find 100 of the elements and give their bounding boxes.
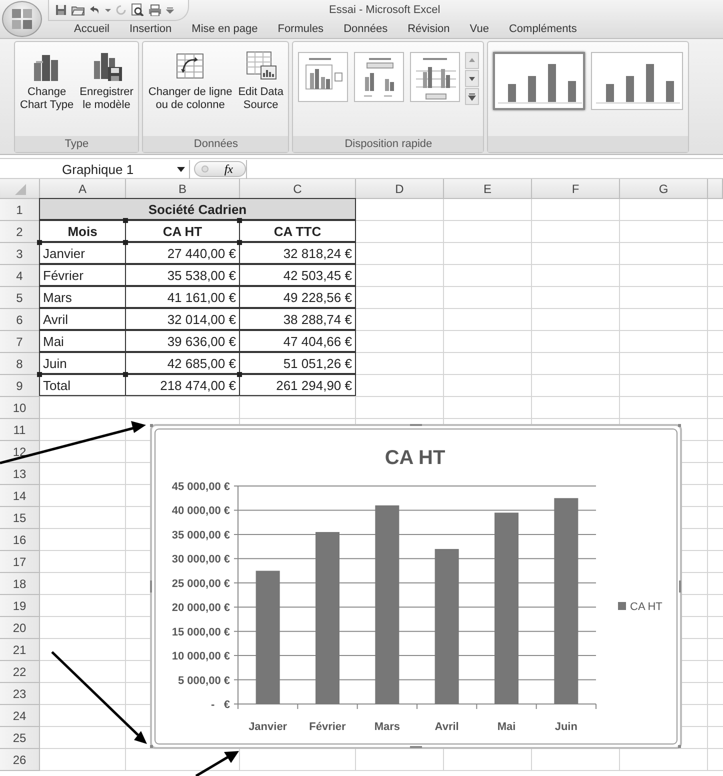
select-all-button[interactable] [0,179,40,199]
triangle-icon [12,182,26,196]
table-cell: 51 051,26 € [239,352,356,374]
ribbon-button[interactable]: Enregistrer le modèle [76,46,136,115]
row-header[interactable]: 17 [0,551,40,573]
row-header[interactable]: 21 [0,639,40,661]
row-header[interactable]: 2 [0,221,40,243]
row-header[interactable]: 18 [0,573,40,595]
row-header[interactable]: 13 [0,463,40,485]
chart-style-thumbnail[interactable] [591,52,684,110]
resize-handle[interactable] [150,745,153,748]
row-header[interactable]: 6 [0,309,40,331]
row-header[interactable]: 4 [0,265,40,287]
resize-handle[interactable] [150,580,152,592]
table-cell: Février [39,264,126,286]
scroll-down-button[interactable] [465,70,480,87]
axis-label: Mai [497,721,516,733]
column-header[interactable] [708,179,723,199]
axis-label: 45 000,00 € [172,481,230,493]
axis-label: Janvier [248,721,288,733]
ribbon-button[interactable]: Change Chart Type [17,46,77,115]
ribbon-tab[interactable]: Formules [268,20,334,38]
window-title: Essai - Microsoft Excel [329,4,440,16]
layout-thumbnail[interactable] [298,52,348,102]
row-header[interactable]: 5 [0,287,40,309]
row-header[interactable]: 8 [0,353,40,375]
column-header[interactable]: C [240,179,356,199]
row-header[interactable]: 22 [0,661,40,683]
row-header[interactable]: 23 [0,683,40,705]
row-header[interactable]: 25 [0,727,40,749]
column-header[interactable]: D [356,179,444,199]
ribbon-button[interactable]: Edit Data Source [235,46,286,115]
caret-icon [177,165,185,173]
cancel-icon [201,165,209,173]
table-cell: 32 818,24 € [239,242,356,264]
arrow [195,751,239,776]
layout-thumbnail[interactable] [410,52,460,102]
group-label: Type [15,136,138,152]
row-header[interactable]: 26 [0,749,40,771]
row-header[interactable]: 15 [0,507,40,529]
resize-handle[interactable] [679,580,681,592]
ribbon-button[interactable]: Changer de ligne ou de colonne [145,46,236,115]
row-header[interactable]: 9 [0,375,40,397]
ribbon-tab[interactable]: Données [334,20,398,38]
axis-label: 25 000,00 € [172,578,230,590]
column-header[interactable]: F [532,179,620,199]
row-header[interactable]: 16 [0,529,40,551]
row-header[interactable]: 7 [0,331,40,353]
range-handle[interactable] [123,218,128,223]
ribbon-tab[interactable]: Compléments [498,20,587,38]
row-header[interactable]: 14 [0,485,40,507]
undo-icon [89,4,101,16]
range-handle[interactable] [123,240,128,245]
ribbon-tab[interactable]: Mise en page [182,20,268,38]
table-cell: 42 685,00 € [125,352,240,374]
ribbon-tab[interactable]: Insertion [119,20,182,38]
table-cell: 261 294,90 € [239,374,356,396]
axis-label: Février [309,721,346,733]
table-cell: 32 014,00 € [125,308,240,330]
axis-label: 15 000,00 € [172,626,230,638]
range-handle[interactable] [123,372,128,377]
redo-icon [115,4,127,16]
axis-label: 20 000,00 € [172,602,230,614]
chart-style-thumbnail[interactable] [493,52,586,110]
table-cell: Avril [39,308,126,330]
layout-thumbnail[interactable] [354,52,404,102]
table-cell: 35 538,00 € [125,264,240,286]
table-cell: 42 503,45 € [239,264,356,286]
ribbon-tab[interactable]: Révision [398,20,460,38]
column-header[interactable]: B [126,179,240,199]
row-header[interactable]: 10 [0,397,40,419]
range-handle[interactable] [237,372,242,377]
resize-handle[interactable] [410,746,422,748]
ribbon-tab[interactable]: Accueil [64,20,120,38]
printer-icon [148,4,162,16]
row-header[interactable]: 19 [0,595,40,617]
resize-handle[interactable] [410,424,422,426]
column-header[interactable]: A [40,179,126,199]
more-button[interactable] [465,88,480,105]
resize-handle[interactable] [678,745,681,748]
row-header[interactable]: 24 [0,705,40,727]
group-label: Disposition rapide [293,136,484,152]
resize-handle[interactable] [678,424,681,427]
axis-label: Mars [374,721,400,733]
column-header[interactable]: E [444,179,532,199]
row-header[interactable]: 11 [0,419,40,441]
column-header[interactable]: G [620,179,708,199]
table-cell: 49 228,56 € [239,286,356,308]
range-handle[interactable] [237,218,242,223]
range-handle[interactable] [37,372,42,377]
row-header[interactable]: 20 [0,617,40,639]
range-handle[interactable] [37,240,42,245]
row-header[interactable]: 1 [0,199,40,221]
axis-label: - € [211,699,230,711]
table-cell: 41 161,00 € [125,286,240,308]
range-handle[interactable] [237,240,242,245]
office-button[interactable] [2,1,42,37]
ribbon-tab[interactable]: Vue [460,20,499,38]
resize-handle[interactable] [150,424,153,427]
row-header[interactable]: 3 [0,243,40,265]
